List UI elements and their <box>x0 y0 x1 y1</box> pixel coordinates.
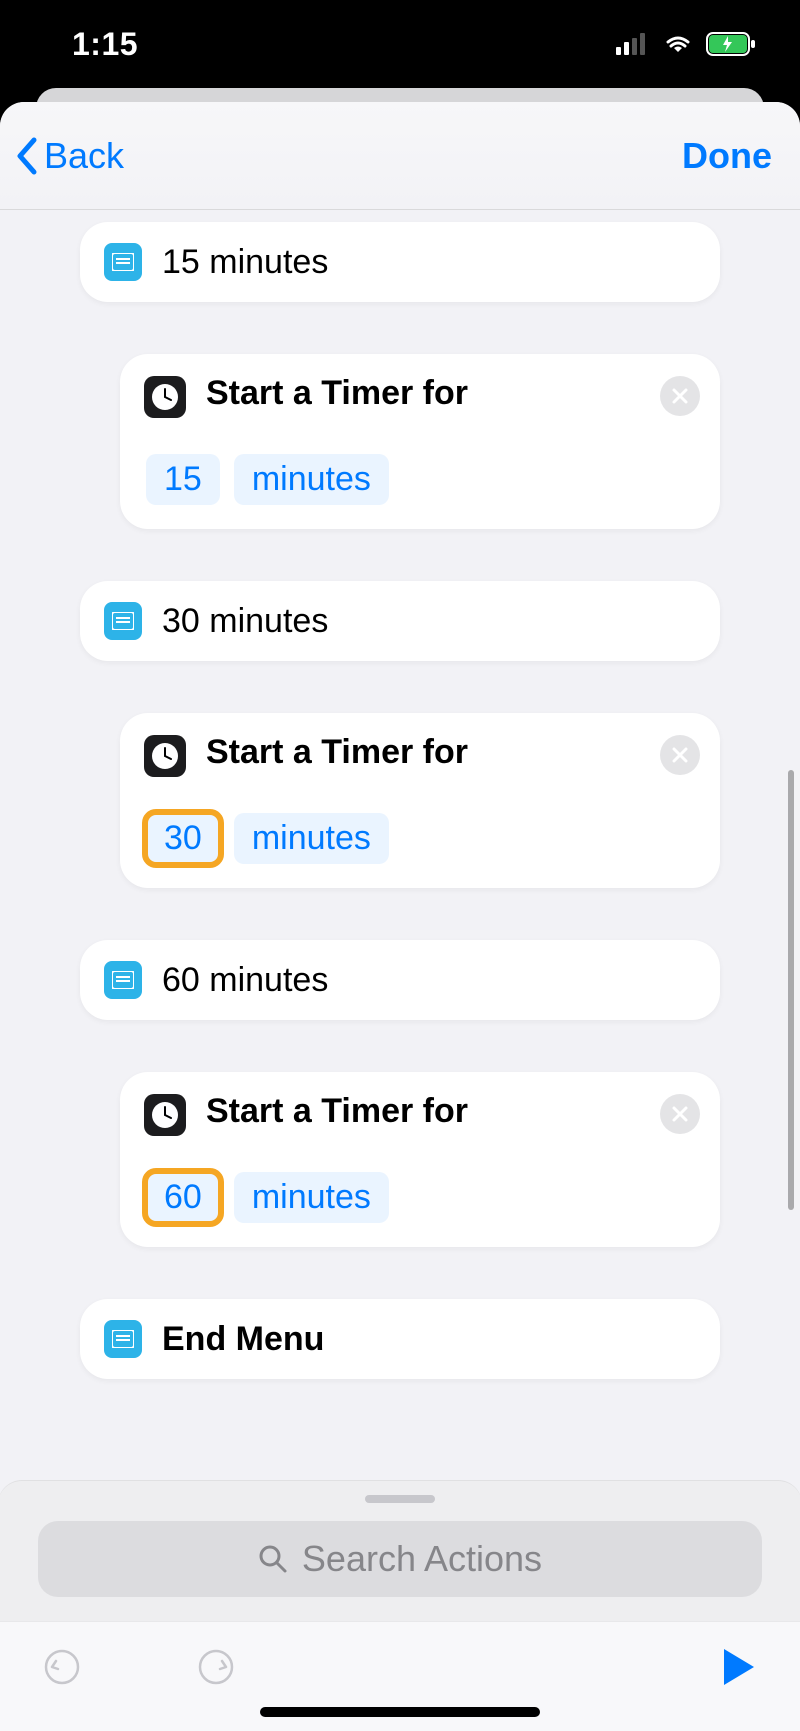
timer-duration-value[interactable]: 15 <box>146 454 220 505</box>
device-frame: 1:15 Back Done <box>0 0 800 1731</box>
menu-icon <box>104 602 142 640</box>
clock-icon <box>144 1094 186 1136</box>
close-icon <box>671 387 689 405</box>
shortcut-content[interactable]: 15 minutes Start a Timer for 15 minutes <box>0 210 800 1480</box>
menu-icon <box>104 961 142 999</box>
clock-icon <box>144 735 186 777</box>
search-panel[interactable]: Search Actions <box>0 1480 800 1621</box>
back-button[interactable]: Back <box>14 135 124 177</box>
close-icon <box>671 746 689 764</box>
scroll-indicator <box>788 770 794 1210</box>
clock-icon <box>144 376 186 418</box>
action-title: Start a Timer for <box>206 1092 468 1131</box>
menu-option-label: 15 minutes <box>162 243 328 282</box>
undo-icon <box>42 1647 82 1687</box>
nav-header: Back Done <box>0 102 800 210</box>
search-placeholder: Search Actions <box>302 1538 542 1580</box>
menu-option-60[interactable]: 60 minutes <box>80 940 720 1020</box>
action-params: 60 minutes <box>144 1172 696 1223</box>
timer-duration-unit[interactable]: minutes <box>234 813 389 864</box>
timer-duration-unit[interactable]: minutes <box>234 1172 389 1223</box>
start-timer-action-30[interactable]: Start a Timer for 30 minutes <box>120 713 720 888</box>
chevron-left-icon <box>14 136 40 176</box>
undo-redo-group <box>40 1645 238 1689</box>
wifi-icon <box>662 32 694 56</box>
menu-option-15[interactable]: 15 minutes <box>80 222 720 302</box>
start-timer-action-60[interactable]: Start a Timer for 60 minutes <box>120 1072 720 1247</box>
cellular-icon <box>616 33 650 55</box>
menu-option-label: 30 minutes <box>162 602 328 641</box>
home-indicator[interactable] <box>260 1707 540 1717</box>
search-icon <box>258 1544 288 1574</box>
status-bar: 1:15 <box>0 0 800 88</box>
remove-action-button[interactable] <box>660 735 700 775</box>
status-time: 1:15 <box>72 26 138 63</box>
redo-button[interactable] <box>194 1645 238 1689</box>
action-params: 15 minutes <box>144 454 696 505</box>
start-timer-action-15[interactable]: Start a Timer for 15 minutes <box>120 354 720 529</box>
end-menu-block[interactable]: End Menu <box>80 1299 720 1379</box>
timer-duration-value[interactable]: 30 <box>146 813 220 864</box>
drag-grabber[interactable] <box>365 1495 435 1503</box>
action-title: Start a Timer for <box>206 374 468 413</box>
search-actions-input[interactable]: Search Actions <box>38 1521 762 1597</box>
menu-option-label: 60 minutes <box>162 961 328 1000</box>
action-title: Start a Timer for <box>206 733 468 772</box>
close-icon <box>671 1105 689 1123</box>
menu-icon <box>104 243 142 281</box>
play-icon <box>720 1647 756 1687</box>
menu-icon <box>104 1320 142 1358</box>
run-shortcut-button[interactable] <box>716 1645 760 1689</box>
remove-action-button[interactable] <box>660 376 700 416</box>
menu-option-30[interactable]: 30 minutes <box>80 581 720 661</box>
battery-charging-icon <box>706 32 756 56</box>
undo-button[interactable] <box>40 1645 84 1689</box>
redo-icon <box>196 1647 236 1687</box>
remove-action-button[interactable] <box>660 1094 700 1134</box>
action-params: 30 minutes <box>144 813 696 864</box>
timer-duration-unit[interactable]: minutes <box>234 454 389 505</box>
status-indicators <box>616 32 756 56</box>
modal-sheet: Back Done 15 minutes Start a Timer for <box>0 102 800 1731</box>
timer-duration-value[interactable]: 60 <box>146 1172 220 1223</box>
done-button[interactable]: Done <box>682 135 772 177</box>
back-label: Back <box>44 135 124 177</box>
end-menu-label: End Menu <box>162 1320 324 1359</box>
